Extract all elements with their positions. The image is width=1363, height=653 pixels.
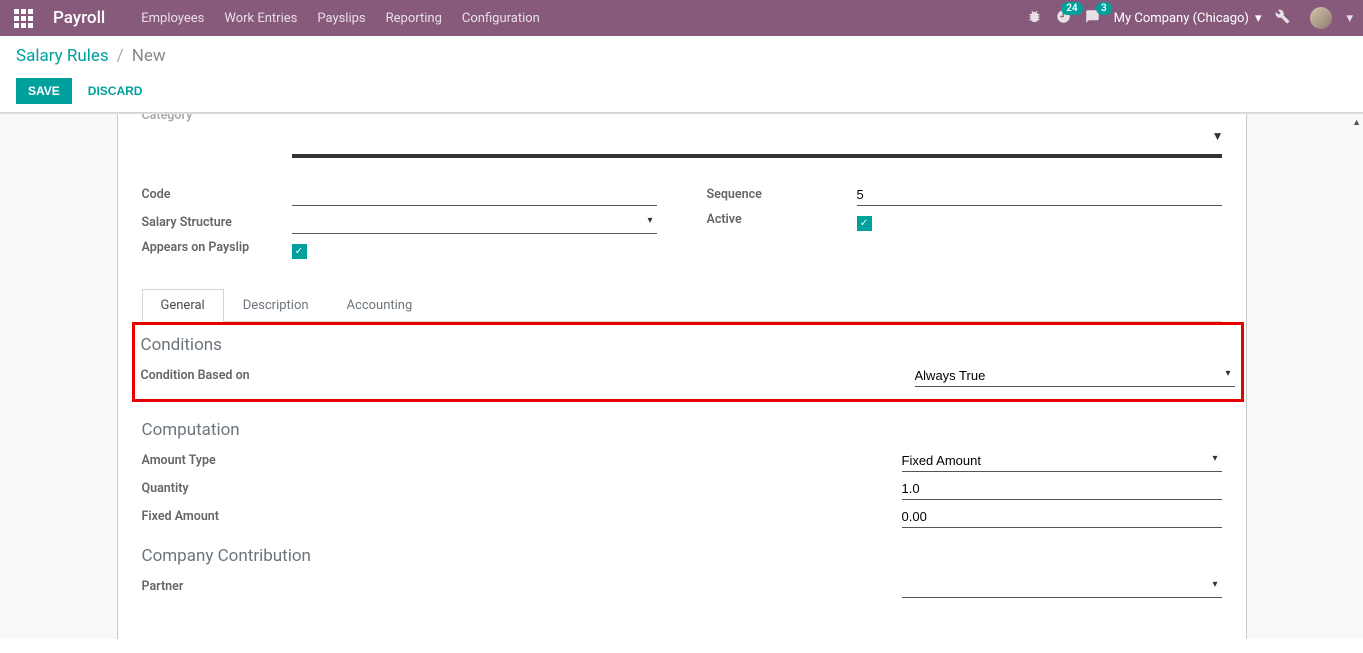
quantity-label: Quantity bbox=[142, 481, 462, 500]
company-contribution-heading: Company Contribution bbox=[142, 546, 1222, 566]
action-bar: SAVE DISCARD bbox=[16, 78, 1347, 104]
quantity-input[interactable] bbox=[902, 478, 1222, 500]
menu-reporting[interactable]: Reporting bbox=[386, 11, 442, 26]
breadcrumb-root[interactable]: Salary Rules bbox=[16, 46, 109, 66]
tab-accounting[interactable]: Accounting bbox=[328, 289, 432, 321]
user-menu-chevron[interactable]: ▾ bbox=[1346, 11, 1353, 26]
discuss-badge: 3 bbox=[1096, 2, 1112, 15]
chevron-down-icon: ▾ bbox=[1255, 11, 1262, 26]
appears-on-payslip-checkbox[interactable]: ✓ bbox=[292, 244, 307, 259]
computation-heading: Computation bbox=[142, 420, 1222, 440]
discard-button[interactable]: DISCARD bbox=[88, 84, 143, 98]
amount-type-label: Amount Type bbox=[142, 453, 462, 472]
code-input[interactable] bbox=[292, 184, 657, 206]
app-brand[interactable]: Payroll bbox=[53, 8, 105, 28]
tab-general[interactable]: General bbox=[142, 289, 224, 322]
conditions-highlight: Conditions Condition Based on ▾ bbox=[132, 322, 1244, 402]
content-wrapper: ▲ Category ▼ Code bbox=[0, 113, 1363, 639]
active-checkbox[interactable]: ✓ bbox=[857, 216, 872, 231]
conditions-heading: Conditions bbox=[141, 335, 1235, 355]
amount-type-input[interactable] bbox=[902, 450, 1222, 472]
clock-badge: 24 bbox=[1061, 2, 1082, 15]
form-sheet: Category ▼ Code Salary Stru bbox=[117, 113, 1247, 639]
salary-structure-label: Salary Structure bbox=[142, 215, 292, 234]
fixed-amount-label: Fixed Amount bbox=[142, 509, 462, 528]
code-label: Code bbox=[142, 187, 292, 206]
debug-icon[interactable] bbox=[1027, 9, 1042, 28]
tab-description[interactable]: Description bbox=[224, 289, 328, 321]
category-label: Category bbox=[142, 113, 292, 127]
appears-on-payslip-label: Appears on Payslip bbox=[142, 240, 292, 259]
salary-structure-input[interactable] bbox=[292, 212, 657, 234]
amount-type-dropdown[interactable]: ▾ bbox=[902, 450, 1222, 472]
nav-left-group: Payroll Employees Work Entries Payslips … bbox=[10, 8, 540, 28]
category-dropdown[interactable]: ▼ bbox=[292, 133, 1222, 158]
menu-payslips[interactable]: Payslips bbox=[317, 11, 365, 26]
fixed-amount-input[interactable] bbox=[902, 506, 1222, 528]
nav-right-group: 24 3 My Company (Chicago) ▾ ▾ bbox=[1027, 7, 1353, 29]
breadcrumb-separator: / bbox=[117, 46, 124, 66]
top-navbar: Payroll Employees Work Entries Payslips … bbox=[0, 0, 1363, 36]
menu-configuration[interactable]: Configuration bbox=[462, 11, 540, 26]
condition-based-on-input[interactable] bbox=[915, 365, 1235, 387]
apps-menu-icon[interactable] bbox=[14, 9, 33, 28]
category-input[interactable] bbox=[292, 133, 1222, 156]
sequence-input[interactable] bbox=[857, 184, 1222, 206]
tools-icon[interactable] bbox=[1275, 9, 1290, 28]
discuss-icon[interactable]: 3 bbox=[1085, 9, 1100, 28]
clock-icon[interactable]: 24 bbox=[1056, 9, 1071, 28]
company-switcher[interactable]: My Company (Chicago) ▾ bbox=[1114, 11, 1262, 26]
notebook-tabs: General Description Accounting bbox=[142, 289, 1222, 322]
active-label: Active bbox=[707, 212, 857, 231]
main-menu: Employees Work Entries Payslips Reportin… bbox=[141, 11, 540, 26]
breadcrumb: Salary Rules / New bbox=[16, 46, 1347, 66]
condition-based-on-dropdown[interactable]: ▾ bbox=[915, 365, 1235, 387]
salary-structure-dropdown[interactable]: ▾ bbox=[292, 212, 657, 234]
scroll-up-icon[interactable]: ▲ bbox=[1352, 117, 1361, 128]
control-panel: Salary Rules / New SAVE DISCARD bbox=[0, 36, 1363, 113]
save-button[interactable]: SAVE bbox=[16, 78, 72, 104]
sequence-label: Sequence bbox=[707, 187, 857, 206]
company-name: My Company (Chicago) bbox=[1114, 11, 1249, 26]
form-scroll[interactable]: Category ▼ Code Salary Stru bbox=[0, 113, 1363, 639]
breadcrumb-current: New bbox=[132, 46, 166, 66]
partner-input[interactable] bbox=[902, 576, 1222, 598]
partner-label: Partner bbox=[142, 579, 462, 598]
menu-work-entries[interactable]: Work Entries bbox=[224, 11, 297, 26]
partner-dropdown[interactable]: ▾ bbox=[902, 576, 1222, 598]
user-avatar[interactable] bbox=[1310, 7, 1332, 29]
menu-employees[interactable]: Employees bbox=[141, 11, 204, 26]
condition-based-on-label: Condition Based on bbox=[141, 368, 461, 387]
